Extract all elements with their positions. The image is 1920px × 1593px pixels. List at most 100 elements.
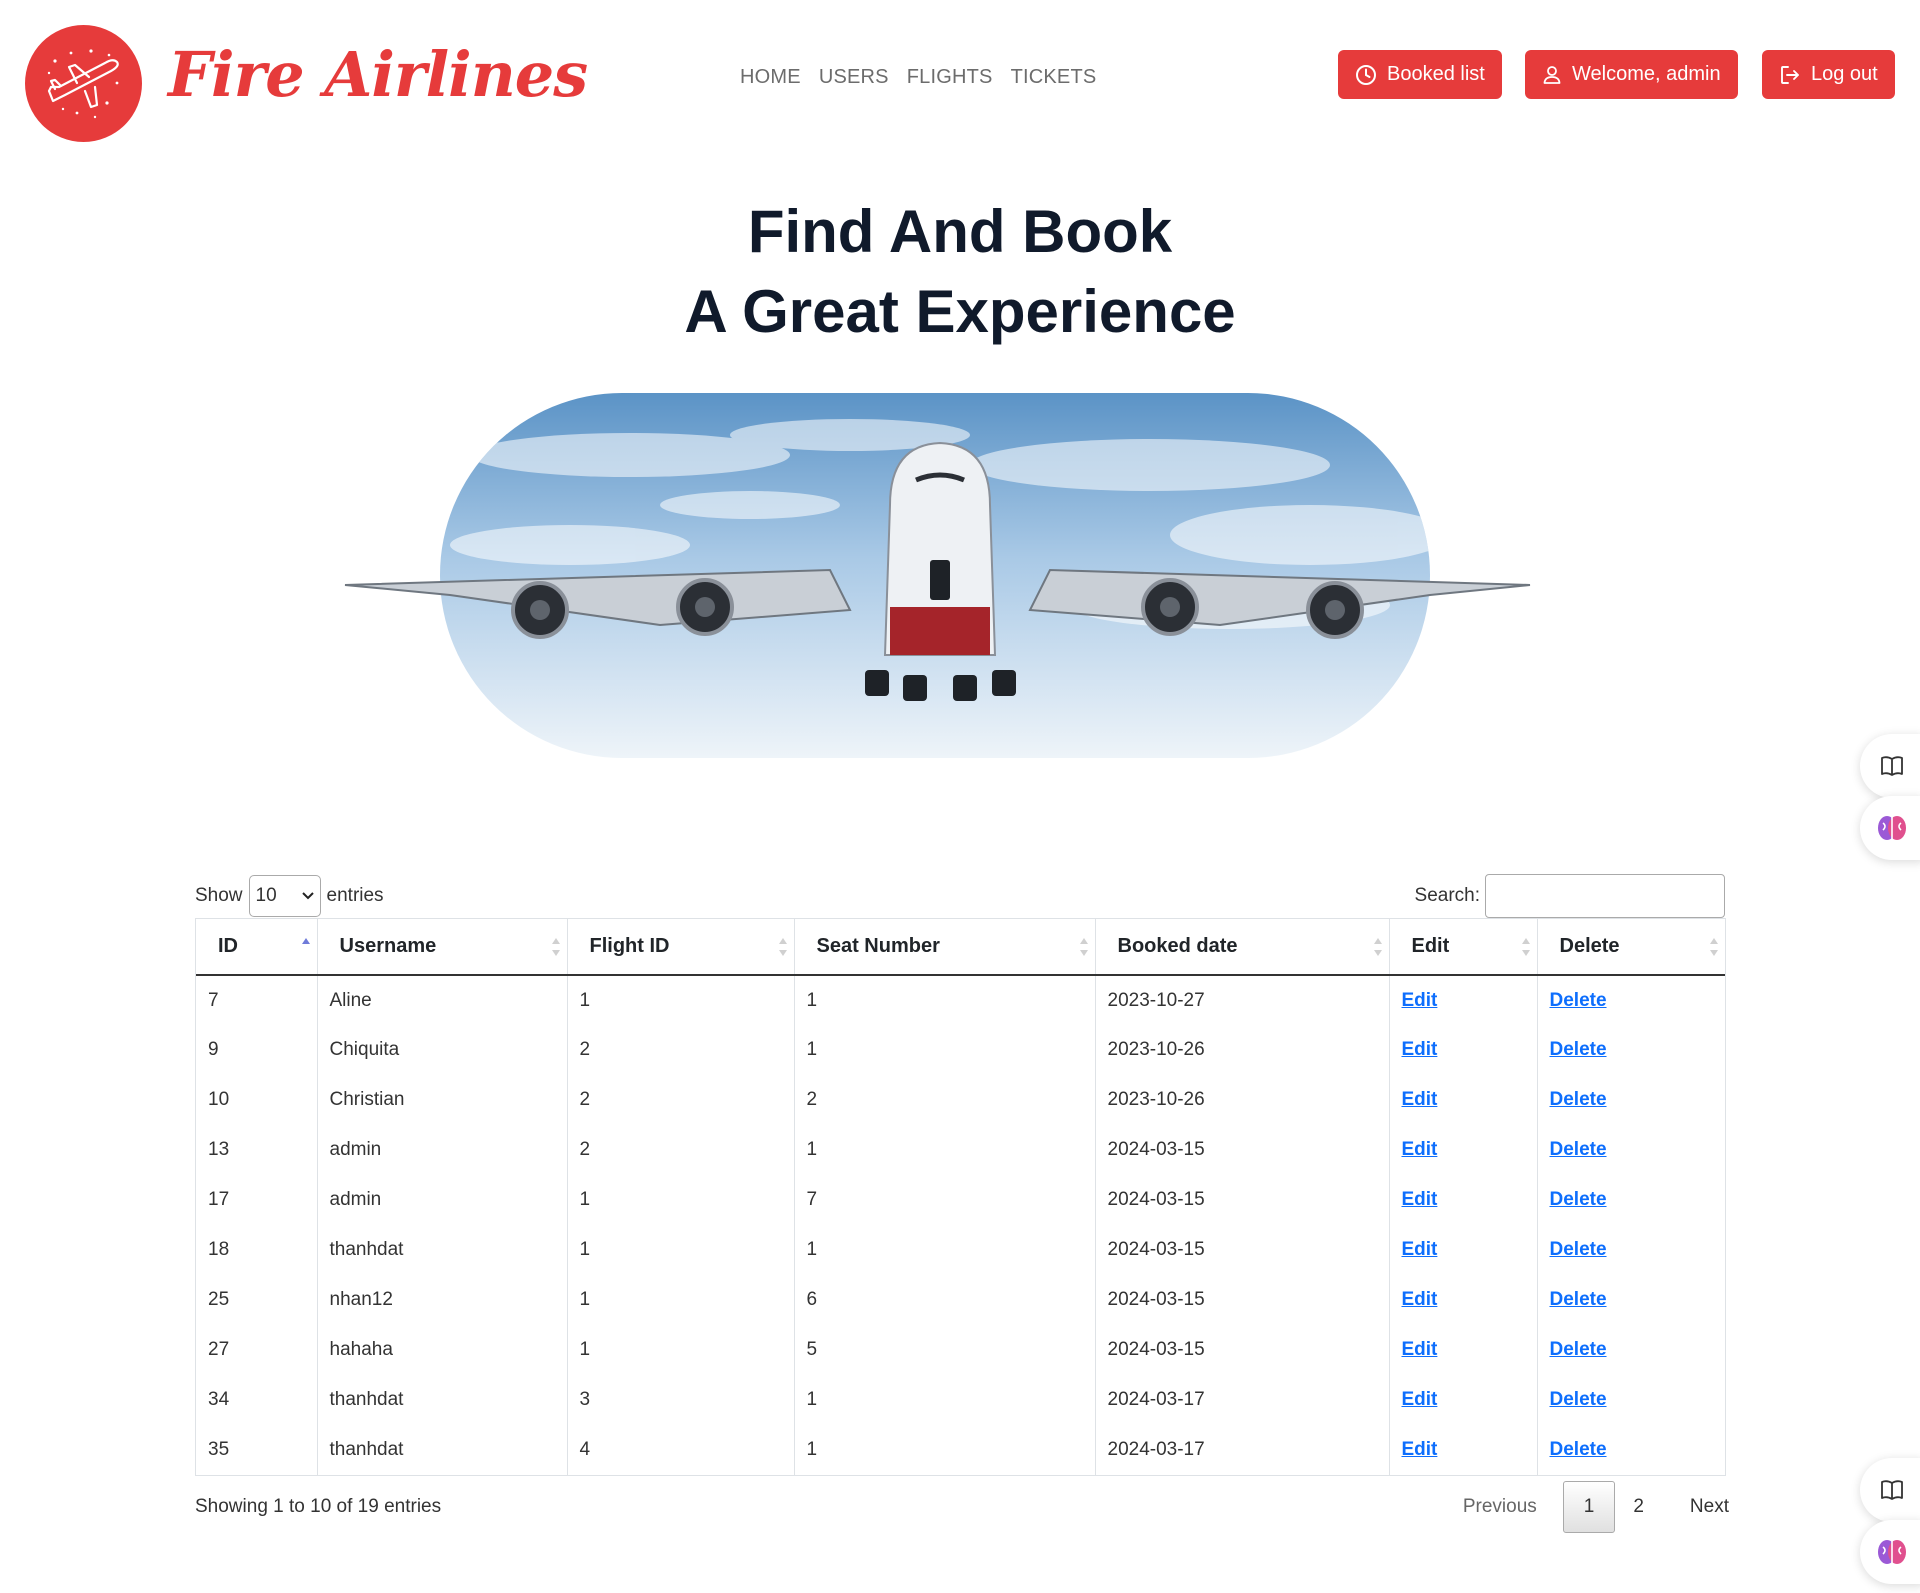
delete-link[interactable]: Delete — [1550, 1089, 1607, 1110]
reader-mode-book-icon[interactable] — [1860, 734, 1920, 798]
delete-link[interactable]: Delete — [1550, 1439, 1607, 1460]
cell-edit: Edit — [1389, 1275, 1538, 1325]
page-button-2[interactable]: 2 — [1615, 1481, 1662, 1533]
page-length-select[interactable]: 10 — [248, 874, 321, 917]
entries-label: entries — [326, 884, 384, 906]
nav-home[interactable]: HOME — [740, 66, 801, 89]
edit-link[interactable]: Edit — [1402, 990, 1438, 1011]
cell-username: thanhdat — [317, 1225, 568, 1275]
cell-username: Chiquita — [317, 1025, 568, 1075]
cell-seat-number: 1 — [794, 1225, 1096, 1275]
col-header-username[interactable]: Username — [317, 919, 568, 976]
cell-seat-number: 1 — [794, 1425, 1096, 1475]
col-header-seat-number[interactable]: Seat Number — [794, 919, 1096, 976]
sort-ascending-icon — [301, 938, 310, 944]
table-controls: Show 10 entries Search: — [195, 873, 1725, 918]
delete-link[interactable]: Delete — [1550, 1289, 1607, 1310]
previous-page-button[interactable]: Previous — [1463, 1481, 1563, 1533]
edit-link[interactable]: Edit — [1402, 1189, 1438, 1210]
nav-flights[interactable]: FLIGHTS — [907, 66, 993, 89]
chevron-down-icon — [301, 891, 314, 899]
cell-delete: Delete — [1537, 1175, 1725, 1225]
ai-assistant-brain-icon[interactable] — [1860, 796, 1920, 860]
cell-delete: Delete — [1537, 1075, 1725, 1125]
cell-flight-id: 2 — [567, 1025, 795, 1075]
cell-seat-number: 1 — [794, 975, 1096, 1025]
table-row: 35 thanhdat 4 1 2024-03-17 Edit Delete — [196, 1425, 1725, 1475]
cell-username: admin — [317, 1125, 568, 1175]
nav-users[interactable]: USERS — [819, 66, 889, 89]
edit-link[interactable]: Edit — [1402, 1239, 1438, 1260]
cell-flight-id: 2 — [567, 1075, 795, 1125]
nav-tickets[interactable]: TICKETS — [1011, 66, 1097, 89]
cell-booked-date: 2024-03-17 — [1095, 1425, 1390, 1475]
user-icon — [1543, 65, 1561, 84]
cell-seat-number: 1 — [794, 1125, 1096, 1175]
hero-airplane-image — [330, 385, 1560, 769]
reader-mode-book-icon-bottom[interactable] — [1860, 1458, 1920, 1522]
cell-id: 17 — [196, 1175, 318, 1225]
brand-name[interactable]: Fire Airlines — [168, 38, 588, 111]
hero-line-2: A Great Experience — [684, 278, 1236, 345]
cell-edit: Edit — [1389, 1325, 1538, 1375]
delete-link[interactable]: Delete — [1550, 1339, 1607, 1360]
delete-link[interactable]: Delete — [1550, 1239, 1607, 1260]
logout-icon — [1781, 65, 1799, 84]
cell-edit: Edit — [1389, 1225, 1538, 1275]
delete-link[interactable]: Delete — [1550, 1389, 1607, 1410]
delete-link[interactable]: Delete — [1550, 990, 1607, 1011]
hero-line-1: Find And Book — [747, 198, 1173, 265]
delete-link[interactable]: Delete — [1550, 1039, 1607, 1060]
cell-username: admin — [317, 1175, 568, 1225]
col-header-edit[interactable]: Edit — [1389, 919, 1538, 976]
main-nav: HOME USERS FLIGHTS TICKETS — [740, 66, 1096, 89]
cell-id: 13 — [196, 1125, 318, 1175]
show-label: Show — [195, 884, 243, 906]
logout-button[interactable]: Log out — [1762, 50, 1895, 99]
edit-link[interactable]: Edit — [1402, 1289, 1438, 1310]
booked-list-button[interactable]: Booked list — [1338, 50, 1502, 99]
cell-booked-date: 2024-03-15 — [1095, 1275, 1390, 1325]
edit-link[interactable]: Edit — [1402, 1339, 1438, 1360]
edit-link[interactable]: Edit — [1402, 1089, 1438, 1110]
cell-flight-id: 1 — [567, 975, 795, 1025]
next-page-button[interactable]: Next — [1662, 1481, 1729, 1533]
col-header-label: Delete — [1559, 935, 1620, 957]
table-row: 34 thanhdat 3 1 2024-03-17 Edit Delete — [196, 1375, 1725, 1425]
cell-delete: Delete — [1537, 1025, 1725, 1075]
table-row: 17 admin 1 7 2024-03-15 Edit Delete — [196, 1175, 1725, 1225]
cell-delete: Delete — [1537, 975, 1725, 1025]
cell-id: 27 — [196, 1325, 318, 1375]
cell-flight-id: 1 — [567, 1325, 795, 1375]
logo-airplane-icon[interactable] — [25, 25, 142, 142]
page-length-value: 10 — [255, 884, 277, 906]
page-button-1[interactable]: 1 — [1562, 1481, 1616, 1533]
col-header-booked-date[interactable]: Booked date — [1095, 919, 1390, 976]
edit-link[interactable]: Edit — [1402, 1039, 1438, 1060]
ai-assistant-brain-icon-bottom[interactable] — [1860, 1520, 1920, 1584]
col-header-flight-id[interactable]: Flight ID — [567, 919, 795, 976]
welcome-button[interactable]: Welcome, admin — [1525, 50, 1738, 99]
col-header-delete[interactable]: Delete — [1537, 919, 1725, 976]
search-input[interactable] — [1485, 873, 1725, 918]
delete-link[interactable]: Delete — [1550, 1139, 1607, 1160]
cell-booked-date: 2023-10-26 — [1095, 1075, 1390, 1125]
delete-link[interactable]: Delete — [1550, 1189, 1607, 1210]
cell-flight-id: 2 — [567, 1125, 795, 1175]
cell-id: 18 — [196, 1225, 318, 1275]
cell-id: 34 — [196, 1375, 318, 1425]
col-header-id[interactable]: ID — [196, 919, 318, 976]
edit-link[interactable]: Edit — [1402, 1389, 1438, 1410]
table-info: Showing 1 to 10 of 19 entries — [195, 1496, 442, 1517]
cell-flight-id: 1 — [567, 1225, 795, 1275]
cell-username: Aline — [317, 975, 568, 1025]
edit-link[interactable]: Edit — [1402, 1139, 1438, 1160]
cell-edit: Edit — [1389, 975, 1538, 1025]
cell-booked-date: 2024-03-15 — [1095, 1325, 1390, 1375]
sort-icon — [778, 938, 787, 956]
cell-id: 10 — [196, 1075, 318, 1125]
cell-id: 35 — [196, 1425, 318, 1475]
edit-link[interactable]: Edit — [1402, 1439, 1438, 1460]
cell-username: thanhdat — [317, 1375, 568, 1425]
cell-booked-date: 2023-10-26 — [1095, 1025, 1390, 1075]
